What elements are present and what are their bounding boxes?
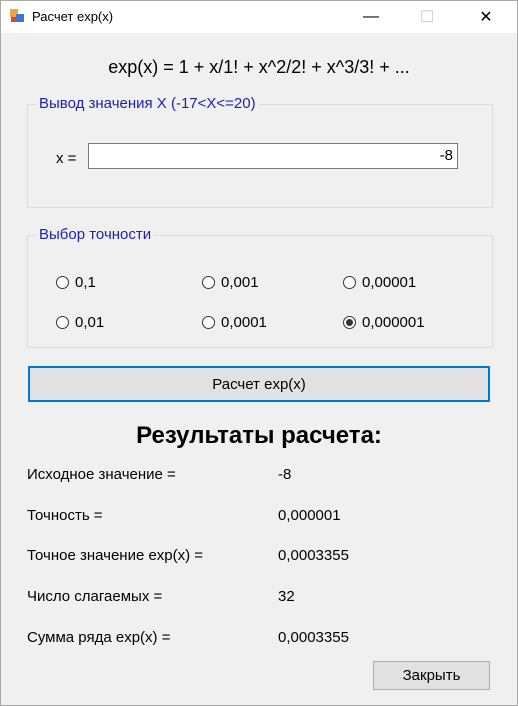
radio-circle[interactable] [202, 316, 215, 329]
radio-label: 0,01 [75, 314, 105, 331]
input-groupbox: Вывод значения X (-17<X<=20) x = -8 [27, 95, 493, 208]
radio-selected-dot [346, 319, 353, 326]
term-count-value: 32 [278, 588, 295, 605]
term-count-label: Число слагаемых = [27, 588, 163, 605]
formula-label: exp(x) = 1 + x/1! + x^2/2! + x^3/3! + ..… [108, 57, 410, 77]
x-label: x = [56, 150, 77, 167]
exact-value: 0,0003355 [278, 547, 349, 564]
x-input[interactable]: -8 [88, 143, 458, 169]
minimize-button[interactable]: — [348, 1, 394, 33]
radio-circle[interactable] [343, 276, 356, 289]
app-icon [10, 9, 24, 22]
precision-group-title: Выбор точности [36, 226, 155, 243]
radio-precision-0-0001[interactable]: 0,0001 [202, 314, 267, 331]
input-group-title: Вывод значения X (-17<X<=20) [36, 95, 259, 112]
radio-label: 0,00001 [362, 274, 417, 291]
radio-circle[interactable] [202, 276, 215, 289]
radio-label: 0,0001 [221, 314, 267, 331]
radio-precision-0-00001[interactable]: 0,00001 [343, 274, 416, 291]
series-sum-label: Сумма ряда exp(x) = [27, 629, 171, 646]
radio-circle[interactable] [56, 316, 69, 329]
radio-precision-0-01[interactable]: 0,01 [56, 314, 104, 331]
radio-precision-0-001[interactable]: 0,001 [202, 274, 259, 291]
calculate-button[interactable]: Расчет exp(x) [28, 366, 490, 402]
precision-label: Точность = [27, 507, 103, 524]
radio-circle[interactable] [343, 316, 356, 329]
close-button[interactable]: Закрыть [373, 661, 490, 690]
close-window-button[interactable]: ✕ [463, 1, 509, 33]
results-title: Результаты расчета: [136, 422, 382, 449]
exact-value-label: Точное значение exp(x) = [27, 547, 204, 564]
radio-precision-0-1[interactable]: 0,1 [56, 274, 96, 291]
radio-circle[interactable] [56, 276, 69, 289]
initial-value-label: Исходное значение = [27, 466, 176, 483]
radio-label: 0,1 [75, 274, 96, 291]
title-bar[interactable]: Расчет exp(x) — ☐ ✕ [1, 1, 517, 33]
maximize-button[interactable]: ☐ [404, 1, 450, 33]
initial-value: -8 [278, 466, 292, 483]
app-window: Расчет exp(x) — ☐ ✕ exp(x) = 1 + x/1! + … [0, 0, 518, 706]
precision-value: 0,000001 [278, 507, 341, 524]
radio-precision-0-000001[interactable]: 0,000001 [343, 314, 425, 331]
radio-label: 0,000001 [362, 314, 425, 331]
precision-groupbox: Выбор точности 0,1 0,001 0,00001 0,01 0,… [27, 226, 493, 348]
window-title: Расчет exp(x) [32, 9, 114, 24]
series-sum-value: 0,0003355 [278, 629, 349, 646]
radio-label: 0,001 [221, 274, 259, 291]
